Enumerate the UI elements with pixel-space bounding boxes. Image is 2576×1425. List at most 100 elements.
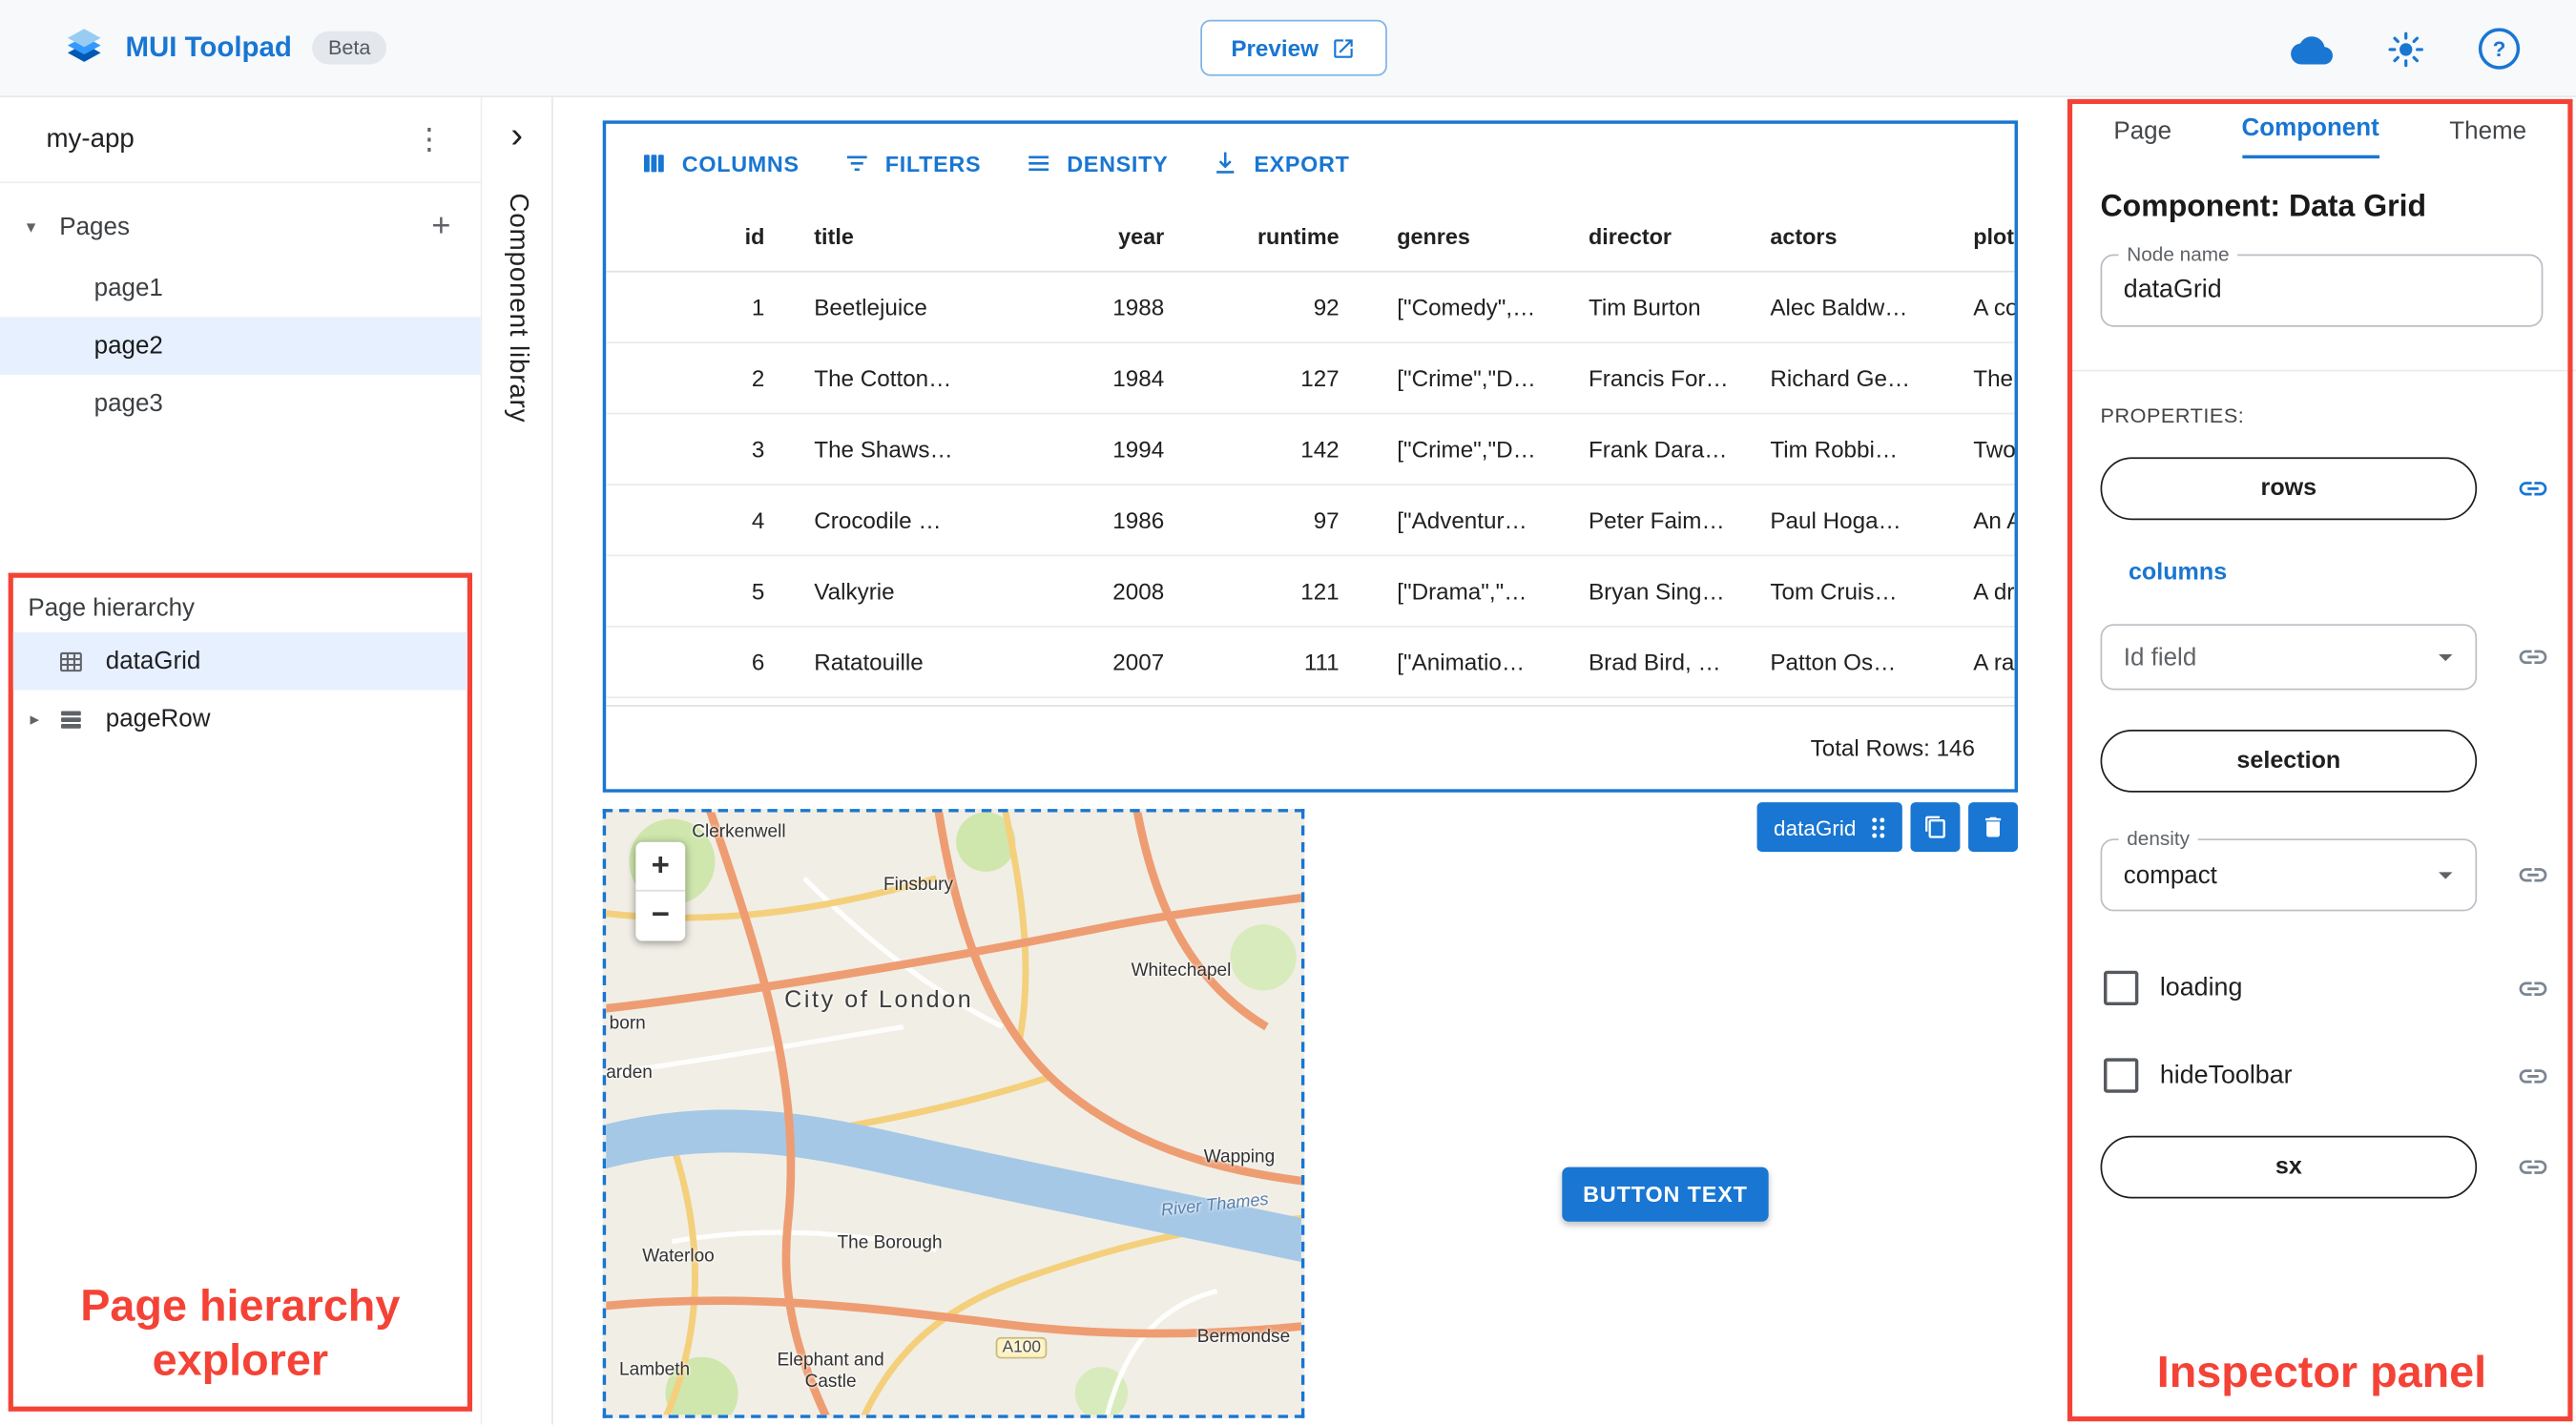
binding-link-icon[interactable] xyxy=(2517,858,2550,892)
deploy-cloud-icon[interactable] xyxy=(2291,33,2334,65)
open-in-new-icon xyxy=(1335,38,1354,57)
export-button[interactable]: EXPORT xyxy=(1211,149,1349,178)
sidebar-item-page1[interactable]: page1 xyxy=(0,259,481,318)
rows-property-button[interactable]: rows xyxy=(2100,457,2478,521)
sidebar-item-page3[interactable]: page3 xyxy=(0,375,481,433)
datagrid-component[interactable]: COLUMNS FILTERS DENSITY EXPORT id title … xyxy=(602,120,2018,793)
cell-runtime: 142 xyxy=(1300,435,1340,463)
density-button[interactable]: DENSITY xyxy=(1024,149,1168,178)
table-row[interactable]: 6 Ratatouille 2007 111 ["Animatio… Brad … xyxy=(606,628,2015,699)
column-header-plot[interactable]: plot xyxy=(1917,224,2014,249)
hierarchy-item-pagerow[interactable]: ▸ pageRow xyxy=(13,690,467,748)
zoom-in-button[interactable]: + xyxy=(635,842,686,892)
total-rows-label: Total Rows: 146 xyxy=(1810,734,1975,761)
column-header-director[interactable]: director xyxy=(1550,224,1732,249)
binding-link-icon[interactable] xyxy=(2517,1150,2550,1184)
hierarchy-item-datagrid[interactable]: dataGrid xyxy=(12,631,467,691)
cell-title: The Cotton… xyxy=(814,364,952,392)
id-field-select[interactable]: Id field xyxy=(2100,624,2478,691)
cell-actors: Tom Cruis… xyxy=(1770,577,1898,605)
cell-year: 2007 xyxy=(1112,649,1165,675)
help-icon[interactable]: ? xyxy=(2478,28,2521,70)
column-header-title[interactable]: title xyxy=(788,224,1086,249)
chevron-right-icon[interactable]: ▸ xyxy=(13,708,56,730)
table-row[interactable]: 5 Valkyrie 2008 121 ["Drama","… Bryan Si… xyxy=(606,556,2015,628)
datagrid-empty-space xyxy=(606,698,2014,705)
table-row[interactable]: 4 Crocodile … 1986 97 ["Adventur… Peter … xyxy=(606,485,2015,557)
filters-button[interactable]: FILTERS xyxy=(842,149,981,178)
preview-button[interactable]: Preview xyxy=(1200,19,1387,76)
toolbar-button-label: DENSITY xyxy=(1067,151,1169,176)
delete-node-button[interactable] xyxy=(1968,802,2018,853)
chevron-down-icon xyxy=(2439,653,2453,662)
annotation-line: Page hierarchy xyxy=(80,1280,401,1331)
cell-genres: ["Crime","D… xyxy=(1397,435,1536,463)
cell-actors: Tim Robbi… xyxy=(1770,435,1899,463)
cell-year: 1984 xyxy=(1112,364,1165,392)
tab-page[interactable]: Page xyxy=(2113,117,2171,158)
add-page-button[interactable]: + xyxy=(431,207,450,245)
column-header-runtime[interactable]: runtime xyxy=(1184,224,1359,249)
cell-year: 1986 xyxy=(1112,506,1165,534)
columns-property-link[interactable]: columns xyxy=(2129,560,2227,587)
selection-toolbar: dataGrid xyxy=(1756,802,2018,853)
duplicate-node-button[interactable] xyxy=(1910,802,1961,853)
theme-brightness-icon[interactable] xyxy=(2388,31,2424,67)
rows-property-label: rows xyxy=(2260,475,2317,503)
toolbar-button-label: EXPORT xyxy=(1254,151,1350,176)
density-select[interactable]: density compact xyxy=(2100,827,2478,912)
filter-list-icon xyxy=(846,155,867,172)
annotation-line: explorer xyxy=(152,1335,329,1386)
loading-checkbox[interactable] xyxy=(2103,970,2139,1006)
drag-handle-icon[interactable] xyxy=(1867,815,1889,839)
cell-plot: A co xyxy=(1973,294,2015,320)
component-library-label[interactable]: Component library xyxy=(502,193,531,423)
node-name-input[interactable] xyxy=(2102,256,2542,325)
expand-panel-icon[interactable]: › xyxy=(482,116,551,154)
cell-genres: ["Comedy",… xyxy=(1397,294,1536,320)
datagrid-footer: Total Rows: 146 xyxy=(606,705,2015,789)
selection-property-button[interactable]: selection xyxy=(2100,729,2478,793)
binding-link-icon[interactable] xyxy=(2517,641,2550,674)
button-component[interactable]: BUTTON TEXT xyxy=(1562,1167,1769,1222)
column-header-id[interactable]: id xyxy=(606,224,787,249)
density-icon xyxy=(1028,155,1049,172)
node-name-label: Node name xyxy=(2118,242,2238,266)
table-row[interactable]: 1 Beetlejuice 1988 92 ["Comedy",… Tim Bu… xyxy=(606,273,2015,343)
prop-selection: selection xyxy=(2100,729,2550,793)
cell-year: 1988 xyxy=(1112,294,1165,320)
selected-node-chip[interactable]: dataGrid xyxy=(1756,802,1902,853)
id-field-value: Id field xyxy=(2123,643,2197,671)
sx-property-button[interactable]: sx xyxy=(2100,1135,2478,1199)
cell-plot: The xyxy=(1973,364,2014,392)
table-row[interactable]: 2 The Cotton… 1984 127 ["Crime","D… Fran… xyxy=(606,343,2015,415)
hidetoolbar-checkbox[interactable] xyxy=(2103,1058,2139,1093)
chevron-down-icon[interactable]: ▾ xyxy=(27,216,50,238)
inspector-panel: Page Component Theme Component: Data Gri… xyxy=(2067,97,2576,1425)
datagrid-header-row: id title year runtime genres director ac… xyxy=(606,203,2015,273)
cell-runtime: 92 xyxy=(1313,294,1340,320)
tab-component[interactable]: Component xyxy=(2241,114,2379,159)
cell-genres: ["Animatio… xyxy=(1397,649,1526,675)
inspector-tabs: Page Component Theme xyxy=(2067,97,2576,159)
column-header-year[interactable]: year xyxy=(1085,224,1184,249)
prop-density: density compact xyxy=(2100,827,2550,912)
inspector-heading: Component: Data Grid xyxy=(2100,188,2427,223)
toolbar-button-label: FILTERS xyxy=(884,151,982,176)
cell-title: Ratatouille xyxy=(814,649,924,675)
cell-id: 4 xyxy=(751,506,765,534)
cell-id: 1 xyxy=(751,294,765,320)
column-header-genres[interactable]: genres xyxy=(1359,224,1550,249)
column-header-actors[interactable]: actors xyxy=(1733,224,1918,249)
binding-link-icon[interactable] xyxy=(2517,472,2550,506)
columns-button[interactable]: COLUMNS xyxy=(639,149,800,178)
tab-theme[interactable]: Theme xyxy=(2449,117,2526,158)
zoom-out-button[interactable]: − xyxy=(635,892,685,941)
table-row[interactable]: 3 The Shaws… 1994 142 ["Crime","D… Frank… xyxy=(606,414,2015,485)
density-label: density xyxy=(2118,827,2198,851)
binding-link-icon[interactable] xyxy=(2517,972,2550,1005)
binding-link-icon[interactable] xyxy=(2517,1059,2550,1092)
sidebar-item-page2[interactable]: page2 xyxy=(0,317,481,375)
app-menu-kebab-icon[interactable]: ⋮ xyxy=(407,122,450,156)
map-component[interactable]: Clerkenwell Finsbury Whitechapel City of… xyxy=(602,809,1305,1418)
